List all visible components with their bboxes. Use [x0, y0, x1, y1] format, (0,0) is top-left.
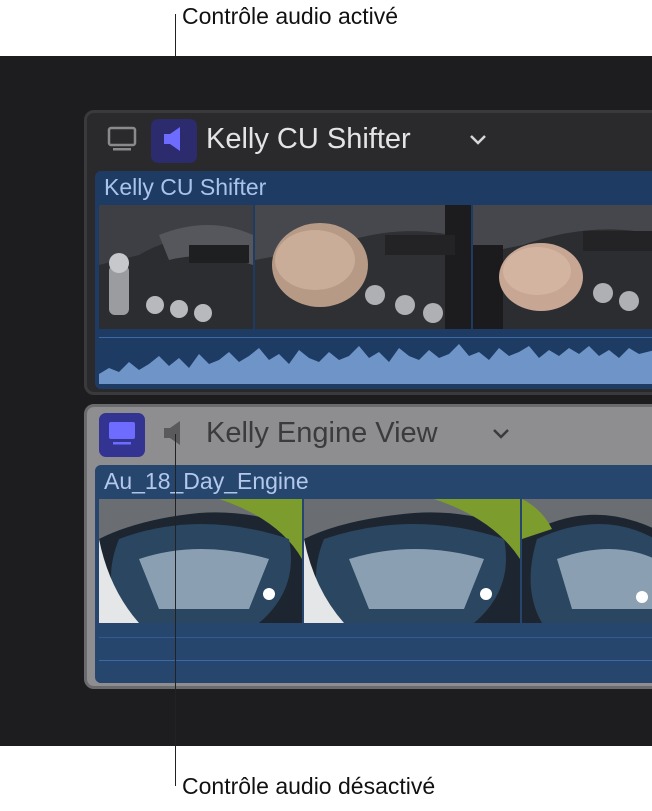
- filmstrip-frame: [522, 499, 652, 623]
- speaker-icon: [161, 418, 187, 453]
- angle-name: Kelly Engine View: [206, 417, 438, 449]
- audio-baseline: [99, 660, 652, 661]
- angle-header: Kelly CU Shifter: [87, 113, 652, 169]
- chevron-down-icon[interactable]: [492, 427, 510, 445]
- angle-kelly-engine-view[interactable]: Kelly Engine View Au_18_Day_Engine: [84, 404, 652, 689]
- monitor-icon: [107, 125, 137, 158]
- speaker-icon: [161, 124, 187, 159]
- video-clip[interactable]: Au_18_Day_Engine: [95, 465, 652, 683]
- callout-audio-enabled: Contrôle audio activé: [182, 3, 399, 29]
- clip-name: Au_18_Day_Engine: [104, 468, 309, 494]
- filmstrip-frame: [99, 205, 253, 329]
- callout-leader-line: [175, 434, 176, 786]
- angle-header: Kelly Engine View: [87, 407, 652, 463]
- filmstrip-frame: [473, 205, 652, 329]
- angle-kelly-cu-shifter[interactable]: Kelly CU Shifter Kelly CU Shifter: [84, 110, 652, 395]
- angle-name: Kelly CU Shifter: [206, 123, 411, 155]
- video-monitor-button[interactable]: [99, 413, 145, 457]
- timeline: Kelly CU Shifter Kelly CU Shifter Kelly …: [0, 56, 652, 746]
- audio-waveform: [99, 337, 652, 384]
- callout-audio-disabled: Contrôle audio désactivé: [182, 773, 436, 799]
- filmstrip-frame: [99, 499, 302, 623]
- chevron-down-icon[interactable]: [469, 133, 487, 151]
- audio-monitor-button[interactable]: [151, 119, 197, 163]
- clip-name: Kelly CU Shifter: [104, 174, 267, 200]
- filmstrip-frame: [255, 205, 471, 329]
- audio-waveform-empty: [99, 637, 652, 683]
- monitor-icon: [107, 419, 137, 452]
- filmstrip: [99, 205, 652, 329]
- video-monitor-button[interactable]: [99, 119, 145, 163]
- filmstrip: [99, 499, 652, 623]
- audio-monitor-button[interactable]: [151, 413, 197, 457]
- video-clip[interactable]: Kelly CU Shifter: [95, 171, 652, 389]
- filmstrip-frame: [304, 499, 520, 623]
